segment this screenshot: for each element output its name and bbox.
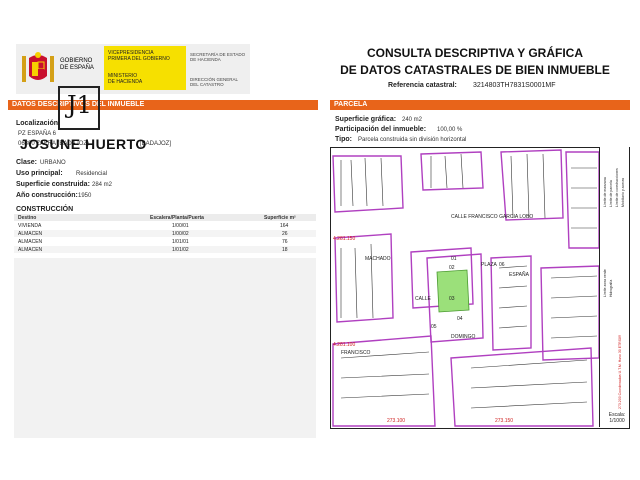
cell-destino: VIVIENDA [18,223,42,229]
cell-escalera: 1/00/01 [172,223,189,229]
cell-escalera: 1/00/02 [172,231,189,237]
reference-value: 3214803TH7831S0001MF [473,82,556,89]
document-title-line2: DE DATOS CATASTRALES DE BIEN INMUEBLE [340,63,610,77]
blank-table-area [14,258,316,438]
watermark-monogram: J1 [67,91,92,119]
table-row [14,222,316,229]
parcel-label: 05 [431,324,437,330]
cell-destino: ALMACEN [18,239,43,245]
localizacion-label: Localización: [16,120,61,127]
th-escalera: Escalera/Planta/Puerta [150,215,204,221]
street-label: ESPAÑA [509,271,530,278]
participacion-value: 100,00 % [437,127,463,133]
th-destino: Destino [18,215,37,221]
coord-label: 273.150 [495,418,513,424]
map-drawing: 02 03 04 05 06 01 CALLE FRANCISCO GARCIA… [332,149,600,427]
scale-box: Escala: 1/1000 [605,412,629,429]
cell-superficie: 26 [282,231,288,237]
legend-item: Hidrografía [609,279,613,297]
uso-value: Residencial [76,171,108,177]
clase-label: Clase: [16,159,38,166]
sup-grafica-value: 240 m2 [402,117,423,123]
table-row [14,246,316,253]
parcel-label: 06 [499,262,505,268]
participacion-label: Participación del inmueble: [335,126,427,133]
uso-label: Uso principal: [16,170,63,177]
parcel-label: 02 [449,265,455,271]
utm-note: 273.200 Coordenadas U.T.M. Huso 30 ETRS8… [618,335,622,409]
street-label: CALLE [415,296,432,302]
construccion-label: CONSTRUCCIÓN [16,206,74,213]
superficie-label: Superficie construida: [16,181,90,188]
legend-item: Límite de parcela [609,180,613,207]
table-row [14,230,316,237]
cell-superficie: 164 [280,223,289,229]
vicepresidencia-label: VICEPRESIDENCIA PRIMERA DEL GOBIERNO [108,50,170,62]
anio-value: 1950 [78,193,92,199]
coord-label: 273.100 [387,418,405,424]
document-title-line1: CONSULTA DESCRIPTIVA Y GRÁFICA [366,46,583,60]
tipo-label: Tipo: [335,136,352,143]
cell-escalera: 1/01/02 [172,247,189,253]
coord-label: 4.281.100 [333,342,355,348]
parcel-label: 01 [451,256,457,262]
legend-item: Límite zona verde [603,269,607,297]
legend-item: Límite de construcciones [615,168,619,207]
reference-label: Referencia catastral: [388,82,457,89]
th-superficie: Superficie m² [264,215,296,221]
cell-destino: ALMACEN [18,247,43,253]
sup-grafica-label: Superficie gráfica: [335,116,397,123]
cell-destino: ALMACEN [18,231,43,237]
coat-of-arms-icon [20,50,56,88]
cell-escalera: 1/01/01 [172,239,189,245]
watermark-brand: JOSUNE HUERTO [20,136,147,152]
parcel-label: 04 [457,316,463,322]
street-label: CALLE FRANCISCO GARCIA LOBO [451,214,533,220]
cadastral-map[interactable]: 02 03 04 05 06 01 CALLE FRANCISCO GARCIA… [330,147,630,429]
street-label: FRANCISCO [341,350,371,356]
parcel-label: 03 [449,296,455,302]
legend-item: Límite de manzana [603,177,607,207]
gobierno-label: GOBIERNO DE ESPAÑA [60,58,94,71]
superficie-value: 284 m2 [92,182,113,188]
ministerio-label: MINISTERIO DE HACIENDA [108,73,143,85]
street-label: PLAZA [481,262,498,268]
cell-superficie: 76 [282,239,288,245]
map-legend: Límite de manzana Límite de parcela Lími… [599,147,629,427]
table-row [14,238,316,245]
descriptive-data-bar: DATOS DESCRIPTIVOS DEL INMUEBLE [8,100,318,110]
scale-value: 1/1000 [609,417,625,424]
clase-value: URBANO [40,160,66,166]
secretaria-label: SECRETARÍA DE ESTADO DE HACIENDA [190,52,246,62]
direccion-label: DIRECCIÓN GENERAL DEL CATASTRO [190,77,239,87]
legend-item: Mobiliario y aceras [621,177,625,207]
street-label: DOMINGO [451,334,476,340]
anio-label: Año construcción: [16,192,78,199]
tipo-value: Parcela construida sin división horizont… [358,137,467,143]
cell-superficie: 18 [282,247,288,253]
parcela-bar: PARCELA [330,100,630,110]
coord-label: 4.281.150 [333,236,355,242]
street-label: MACHADO [365,256,391,262]
